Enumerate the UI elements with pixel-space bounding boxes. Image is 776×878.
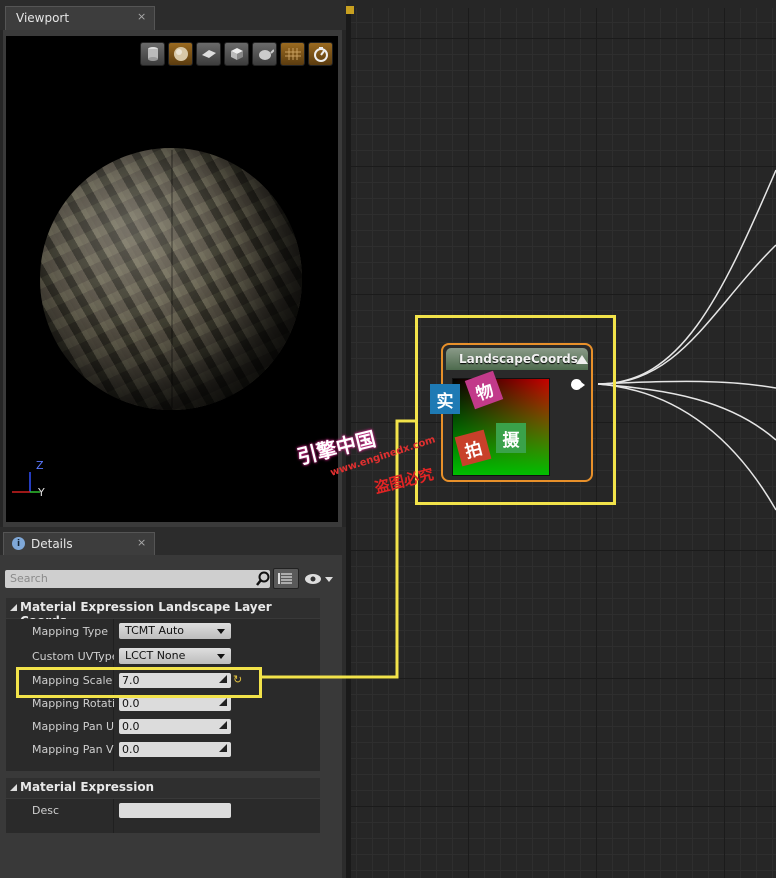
mapping-pan-u-label: Mapping Pan U <box>32 720 114 733</box>
chevron-down-icon <box>217 629 225 634</box>
mapping-pan-v-label: Mapping Pan V <box>32 743 114 756</box>
mapping-rotation-value: 0.0 <box>122 697 140 710</box>
section-material-expression[interactable]: Material Expression <box>6 778 320 798</box>
collapse-arrow-icon[interactable] <box>9 783 18 792</box>
mapping-type-dropdown[interactable]: TCMT Auto <box>119 623 231 639</box>
details-tab[interactable]: i Details × <box>3 532 155 556</box>
teapot-icon[interactable] <box>252 42 277 66</box>
custom-uvtype-value: LCCT None <box>125 649 186 662</box>
grid-icon[interactable] <box>280 42 305 66</box>
close-icon[interactable]: × <box>137 536 146 549</box>
watermark-char: 摄 <box>496 423 526 453</box>
connection-wires <box>597 169 776 511</box>
axis-z-label: Z <box>36 459 44 472</box>
drag-handle-icon[interactable] <box>219 721 227 729</box>
mapping-pan-v-value: 0.0 <box>122 743 140 756</box>
drag-handle-icon[interactable] <box>219 744 227 752</box>
mapping-rotation-field[interactable]: 0.0 <box>119 696 231 711</box>
mapping-scale-highlight-box <box>16 667 262 698</box>
chevron-down-icon <box>217 654 225 659</box>
custom-uvtype-dropdown[interactable]: LCCT None <box>119 648 231 664</box>
desc-label: Desc <box>32 804 60 817</box>
realtime-icon[interactable] <box>308 42 333 66</box>
drag-handle-icon[interactable] <box>219 698 227 706</box>
plane-icon[interactable] <box>196 42 221 66</box>
mapping-type-label: Mapping Type <box>32 625 108 638</box>
cylinder-icon[interactable] <box>140 42 165 66</box>
axis-gizmo <box>10 462 55 502</box>
collapse-arrow-icon[interactable] <box>9 603 18 612</box>
mapping-pan-u-field[interactable]: 0.0 <box>119 719 231 734</box>
mapping-type-value: TCMT Auto <box>125 624 185 637</box>
desc-input[interactable] <box>119 803 231 818</box>
custom-uvtype-label: Custom UVType <box>32 650 114 663</box>
mapping-rotation-label: Mapping Rotatic <box>32 697 114 710</box>
sphere-seam <box>171 150 173 408</box>
section-title: Material Expression <box>20 780 155 794</box>
watermark-char: 实 <box>430 384 460 414</box>
cube-icon[interactable] <box>224 42 249 66</box>
info-icon: i <box>12 537 25 550</box>
mapping-pan-v-field[interactable]: 0.0 <box>119 742 231 757</box>
viewport-tab[interactable]: Viewport × <box>5 6 155 30</box>
viewport-tab-label: Viewport <box>16 11 70 25</box>
search-placeholder: Search <box>10 572 48 585</box>
sphere-icon[interactable] <box>168 42 193 66</box>
graph-corner-marker <box>346 6 354 14</box>
close-icon[interactable]: × <box>137 10 146 23</box>
details-tab-label: Details <box>31 537 73 551</box>
mapping-pan-u-value: 0.0 <box>122 720 140 733</box>
search-input[interactable]: Search <box>5 570 270 588</box>
axis-y-label: Y <box>38 486 45 499</box>
